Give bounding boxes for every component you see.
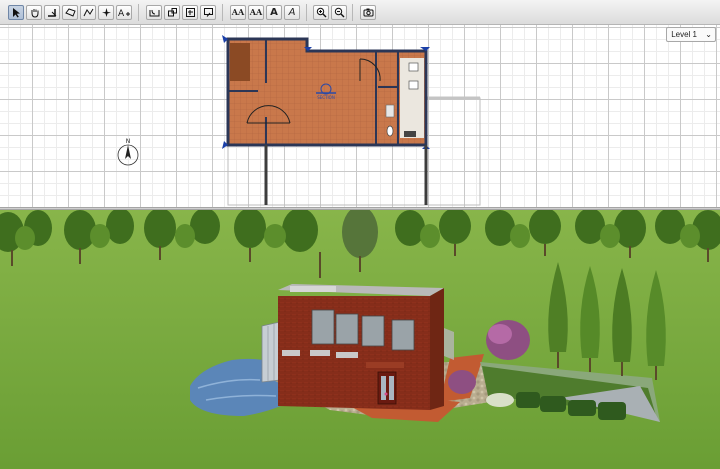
compass-north-label: N [126,138,131,145]
bold-text-button[interactable]: A [266,5,282,20]
section-marker-label: SECTION [317,95,335,100]
plan-mode-3-button[interactable] [182,5,198,20]
zoom-out-icon [334,7,344,18]
room-icon [64,8,76,17]
compass[interactable]: N [117,138,139,166]
add-text-icon: A [118,9,130,18]
plan-mode-2-button[interactable] [164,5,180,20]
toilet-fixture[interactable] [386,125,394,137]
main-toolbar: A AA AA A A [0,0,720,25]
import-furniture-icon [185,8,195,17]
increase-text-label: AA [231,7,245,17]
camera-icon [363,8,373,17]
door-icon [149,9,159,17]
support-pillars [264,145,428,205]
create-photo-button[interactable] [360,5,376,20]
zoom-in-icon [316,7,326,18]
wall-icon [47,9,56,17]
toolbar-separator [352,4,353,21]
italic-text-button[interactable]: A [284,5,300,20]
pan-tool-button[interactable] [26,5,42,20]
decrease-text-label: AA [249,7,263,17]
plan-view[interactable]: Level 1 ⌄ SECTION N [0,25,720,207]
bed-furniture[interactable] [230,43,250,81]
furniture-icon [167,8,177,17]
level-selector[interactable]: Level 1 ⌄ [666,27,716,42]
sink-fixture[interactable] [408,62,419,72]
3d-scene [0,210,720,469]
create-polylines-button[interactable] [80,5,96,20]
shower-fixture[interactable] [385,104,395,118]
house-model[interactable] [261,284,454,410]
increase-text-size-button[interactable]: AA [230,5,246,20]
sink-fixture[interactable] [408,80,419,90]
svg-text:A: A [118,9,125,18]
polyline-icon [83,8,93,17]
3d-view[interactable] [0,210,720,469]
modify-furniture-icon [203,8,213,17]
create-walls-button[interactable] [44,5,60,20]
zoom-out-button[interactable] [331,5,347,20]
create-dimensions-button[interactable] [98,5,114,20]
floor-plan-drawing: SECTION N [117,35,481,206]
zoom-in-button[interactable] [313,5,329,20]
italic-text-label: A [288,7,296,18]
toolbar-separator [222,4,223,21]
chevron-down-icon: ⌄ [705,30,712,39]
hand-icon [31,9,38,18]
compass-rose-icon [101,8,111,17]
cabinet-fixture[interactable] [404,131,416,137]
arrow-pointer-icon [13,8,20,18]
bold-text-label: A [270,7,278,18]
plan-mode-4-button[interactable] [200,5,216,20]
select-tool-button[interactable] [8,5,24,20]
add-text-button[interactable]: A [116,5,132,20]
create-rooms-button[interactable] [62,5,78,20]
toolbar-separator [138,4,139,21]
level-selector-value: Level 1 [671,30,697,39]
toolbar-separator [306,4,307,21]
decrease-text-size-button[interactable]: AA [248,5,264,20]
plan-mode-1-button[interactable] [146,5,162,20]
